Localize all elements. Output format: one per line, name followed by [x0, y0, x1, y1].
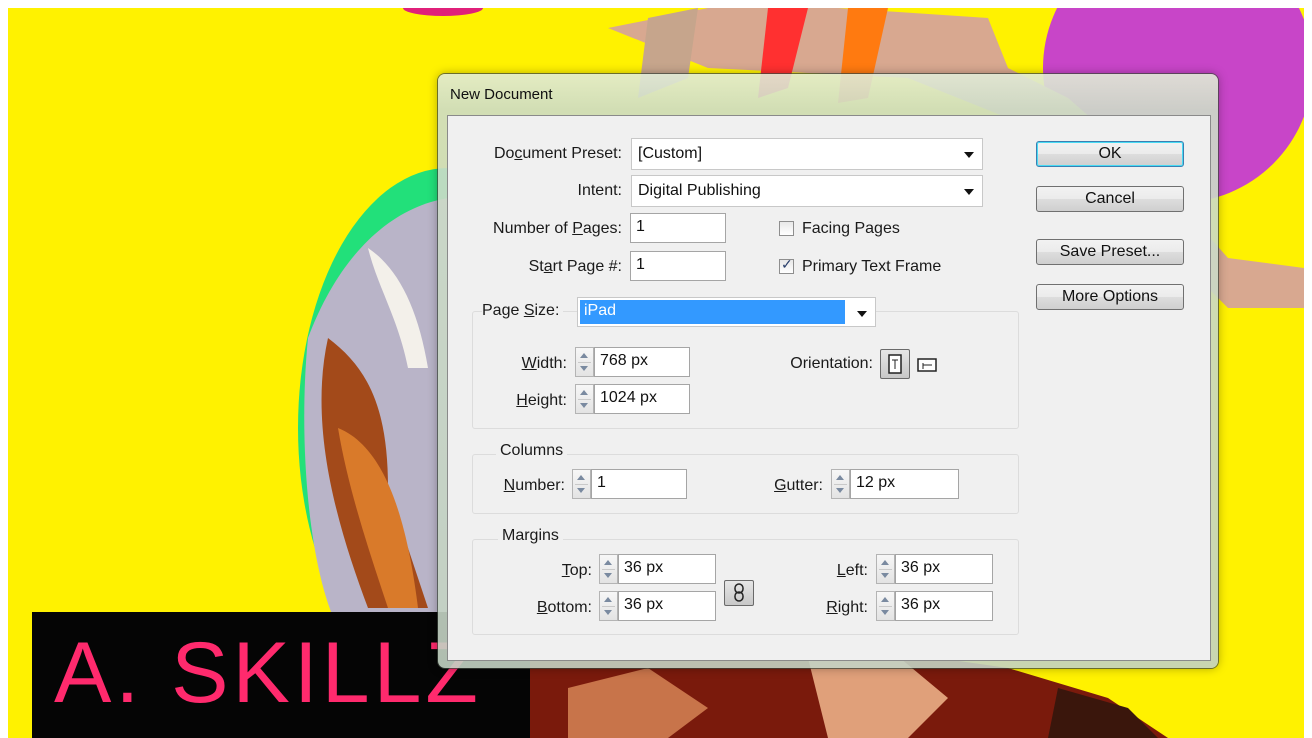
margin-left-input[interactable]: 36 px — [895, 554, 993, 584]
margin-bottom-spinner[interactable] — [599, 591, 618, 621]
chain-link-icon — [734, 583, 744, 602]
orientation-label: Orientation: — [790, 355, 873, 372]
intent-value: Digital Publishing — [638, 182, 761, 199]
chevron-down-icon — [857, 311, 867, 317]
number-of-pages-input[interactable]: 1 — [630, 213, 726, 243]
link-margins-button[interactable] — [724, 580, 754, 606]
landscape-orientation-button[interactable] — [914, 352, 940, 378]
facing-pages-checkbox[interactable] — [779, 221, 794, 236]
margin-bottom-input[interactable]: 36 px — [618, 591, 716, 621]
facing-pages-label: Facing Pages — [802, 220, 900, 237]
intent-dropdown[interactable]: Digital Publishing — [631, 175, 983, 207]
height-input[interactable]: 1024 px — [594, 384, 690, 414]
width-spinner[interactable] — [575, 347, 594, 377]
margin-left-spinner[interactable] — [876, 554, 895, 584]
intent-label: Intent: — [577, 182, 622, 199]
document-preset-dropdown[interactable]: [Custom] — [631, 138, 983, 170]
portrait-page-icon — [888, 354, 902, 374]
start-page-input[interactable]: 1 — [630, 251, 726, 281]
columns-title: Columns — [496, 442, 568, 460]
margin-left-label: Left: — [836, 562, 868, 579]
cancel-button[interactable]: Cancel — [1036, 186, 1184, 212]
margin-top-spinner[interactable] — [599, 554, 618, 584]
landscape-page-icon — [917, 358, 937, 372]
document-preset-label: Document Preset: — [493, 145, 622, 162]
more-options-button[interactable]: More Options — [1036, 284, 1184, 310]
column-number-label: Number: — [503, 477, 565, 494]
ok-button[interactable]: OK — [1036, 141, 1184, 167]
column-number-input[interactable]: 1 — [591, 469, 687, 499]
portrait-orientation-button[interactable] — [880, 349, 910, 379]
gutter-label: Gutter: — [774, 477, 823, 494]
primary-text-frame-checkbox[interactable]: ✓ — [779, 256, 794, 274]
page-size-dropdown[interactable]: iPad — [577, 297, 876, 327]
margin-top-label: Top: — [561, 562, 592, 579]
artwork-title-text: A. SKILLZ — [54, 625, 482, 721]
margin-right-label: Right: — [826, 599, 868, 616]
chevron-down-icon — [964, 189, 974, 195]
height-label: Height: — [516, 392, 567, 409]
margin-right-input[interactable]: 36 px — [895, 591, 993, 621]
width-input[interactable]: 768 px — [594, 347, 690, 377]
new-document-dialog: New Document Document Preset: [Custom] I… — [438, 74, 1218, 668]
column-number-spinner[interactable] — [572, 469, 591, 499]
margin-bottom-label: Bottom: — [536, 599, 592, 616]
gutter-spinner[interactable] — [831, 469, 850, 499]
dialog-client-area: Document Preset: [Custom] Intent: Digita… — [447, 115, 1211, 661]
page-size-value: iPad — [580, 300, 845, 324]
save-preset-button[interactable]: Save Preset... — [1036, 239, 1184, 265]
start-page-label: Start Page #: — [528, 258, 622, 275]
margin-top-input[interactable]: 36 px — [618, 554, 716, 584]
margin-right-spinner[interactable] — [876, 591, 895, 621]
gutter-input[interactable]: 12 px — [850, 469, 959, 499]
number-of-pages-label: Number of Pages: — [493, 220, 622, 237]
chevron-down-icon — [964, 152, 974, 158]
primary-text-frame-label: Primary Text Frame — [802, 258, 942, 275]
document-preset-value: [Custom] — [638, 145, 703, 162]
height-spinner[interactable] — [575, 384, 594, 414]
page-size-label: Page Size: — [482, 302, 564, 320]
checkmark-icon: ✓ — [781, 256, 793, 272]
dialog-title: New Document — [450, 86, 553, 103]
width-label: Width: — [521, 355, 567, 372]
margins-title: Margins — [498, 527, 563, 545]
